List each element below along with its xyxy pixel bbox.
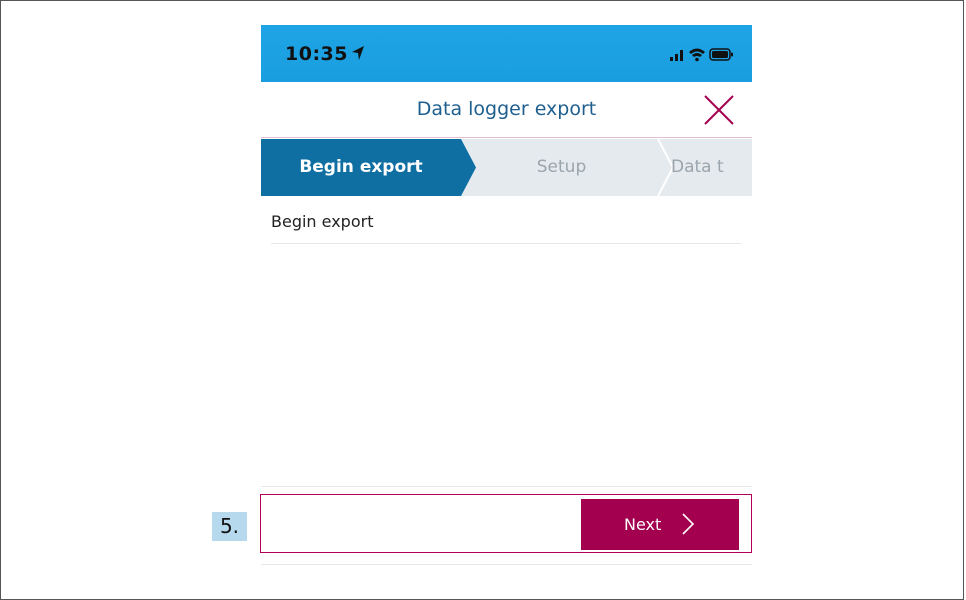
step-data-transfer[interactable]: Data t bbox=[671, 139, 752, 196]
step-number-marker: 5. bbox=[212, 512, 247, 541]
next-button[interactable]: Next bbox=[581, 499, 739, 550]
status-bar: 10:35 bbox=[261, 25, 752, 82]
page-title: Data logger export bbox=[416, 98, 597, 120]
wifi-icon bbox=[689, 48, 705, 62]
battery-icon bbox=[709, 48, 733, 61]
phone-screen: 10:35 Data logger export Begin export Se… bbox=[261, 25, 752, 565]
close-icon[interactable] bbox=[703, 94, 735, 126]
status-time: 10:35 bbox=[285, 43, 348, 65]
location-arrow-icon bbox=[352, 46, 364, 60]
wizard-stepper: Begin export Setup Data t bbox=[261, 139, 752, 196]
next-button-label: Next bbox=[624, 515, 662, 534]
section-label: Begin export bbox=[271, 212, 374, 231]
step-begin-export[interactable]: Begin export bbox=[261, 139, 461, 196]
step-setup[interactable]: Setup bbox=[489, 139, 634, 196]
status-icons bbox=[670, 48, 733, 62]
section-divider bbox=[271, 243, 741, 244]
chevron-right-icon bbox=[682, 513, 695, 535]
footer-divider bbox=[261, 564, 752, 565]
app-header: Data logger export bbox=[261, 82, 752, 138]
cellular-signal-icon bbox=[670, 50, 683, 61]
footer-divider bbox=[261, 486, 752, 487]
